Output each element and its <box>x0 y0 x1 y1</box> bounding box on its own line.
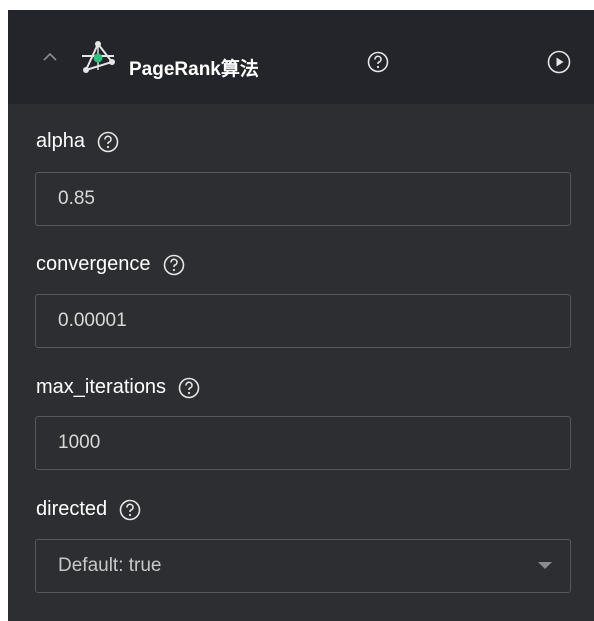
directed-select[interactable]: Default: true <box>35 539 571 593</box>
panel-header[interactable]: PageRank算法 <box>8 10 594 104</box>
panel-title: PageRank算法 <box>129 59 259 80</box>
pagerank-panel: PageRank算法 alpha 0.85 convergence 0.0000… <box>8 10 594 621</box>
max-iterations-help-icon[interactable] <box>178 377 200 399</box>
convergence-label-text: convergence <box>36 253 151 275</box>
help-icon[interactable] <box>367 51 389 73</box>
max-iterations-label-text: max_iterations <box>36 376 167 398</box>
directed-label-text: directed <box>36 498 108 520</box>
alpha-label: alpha <box>36 130 119 153</box>
directed-selected-value: Default: true <box>58 555 162 576</box>
max-iterations-input[interactable]: 1000 <box>35 416 571 470</box>
chevron-up-icon[interactable] <box>41 48 59 66</box>
alpha-input[interactable]: 0.85 <box>35 172 571 226</box>
alpha-label-text: alpha <box>36 130 85 152</box>
graph-nodes-icon <box>78 40 118 76</box>
convergence-label: convergence <box>36 253 185 276</box>
max-iterations-label: max_iterations <box>36 376 200 399</box>
convergence-input[interactable]: 0.00001 <box>35 294 571 348</box>
alpha-value: 0.85 <box>58 188 95 209</box>
max-iterations-value: 1000 <box>58 432 101 453</box>
directed-help-icon[interactable] <box>119 499 141 521</box>
chevron-down-icon[interactable] <box>538 562 552 569</box>
run-button-play-icon[interactable] <box>547 50 571 74</box>
convergence-value: 0.00001 <box>58 310 127 331</box>
directed-label: directed <box>36 498 141 521</box>
convergence-help-icon[interactable] <box>163 254 185 276</box>
alpha-help-icon[interactable] <box>97 131 119 153</box>
